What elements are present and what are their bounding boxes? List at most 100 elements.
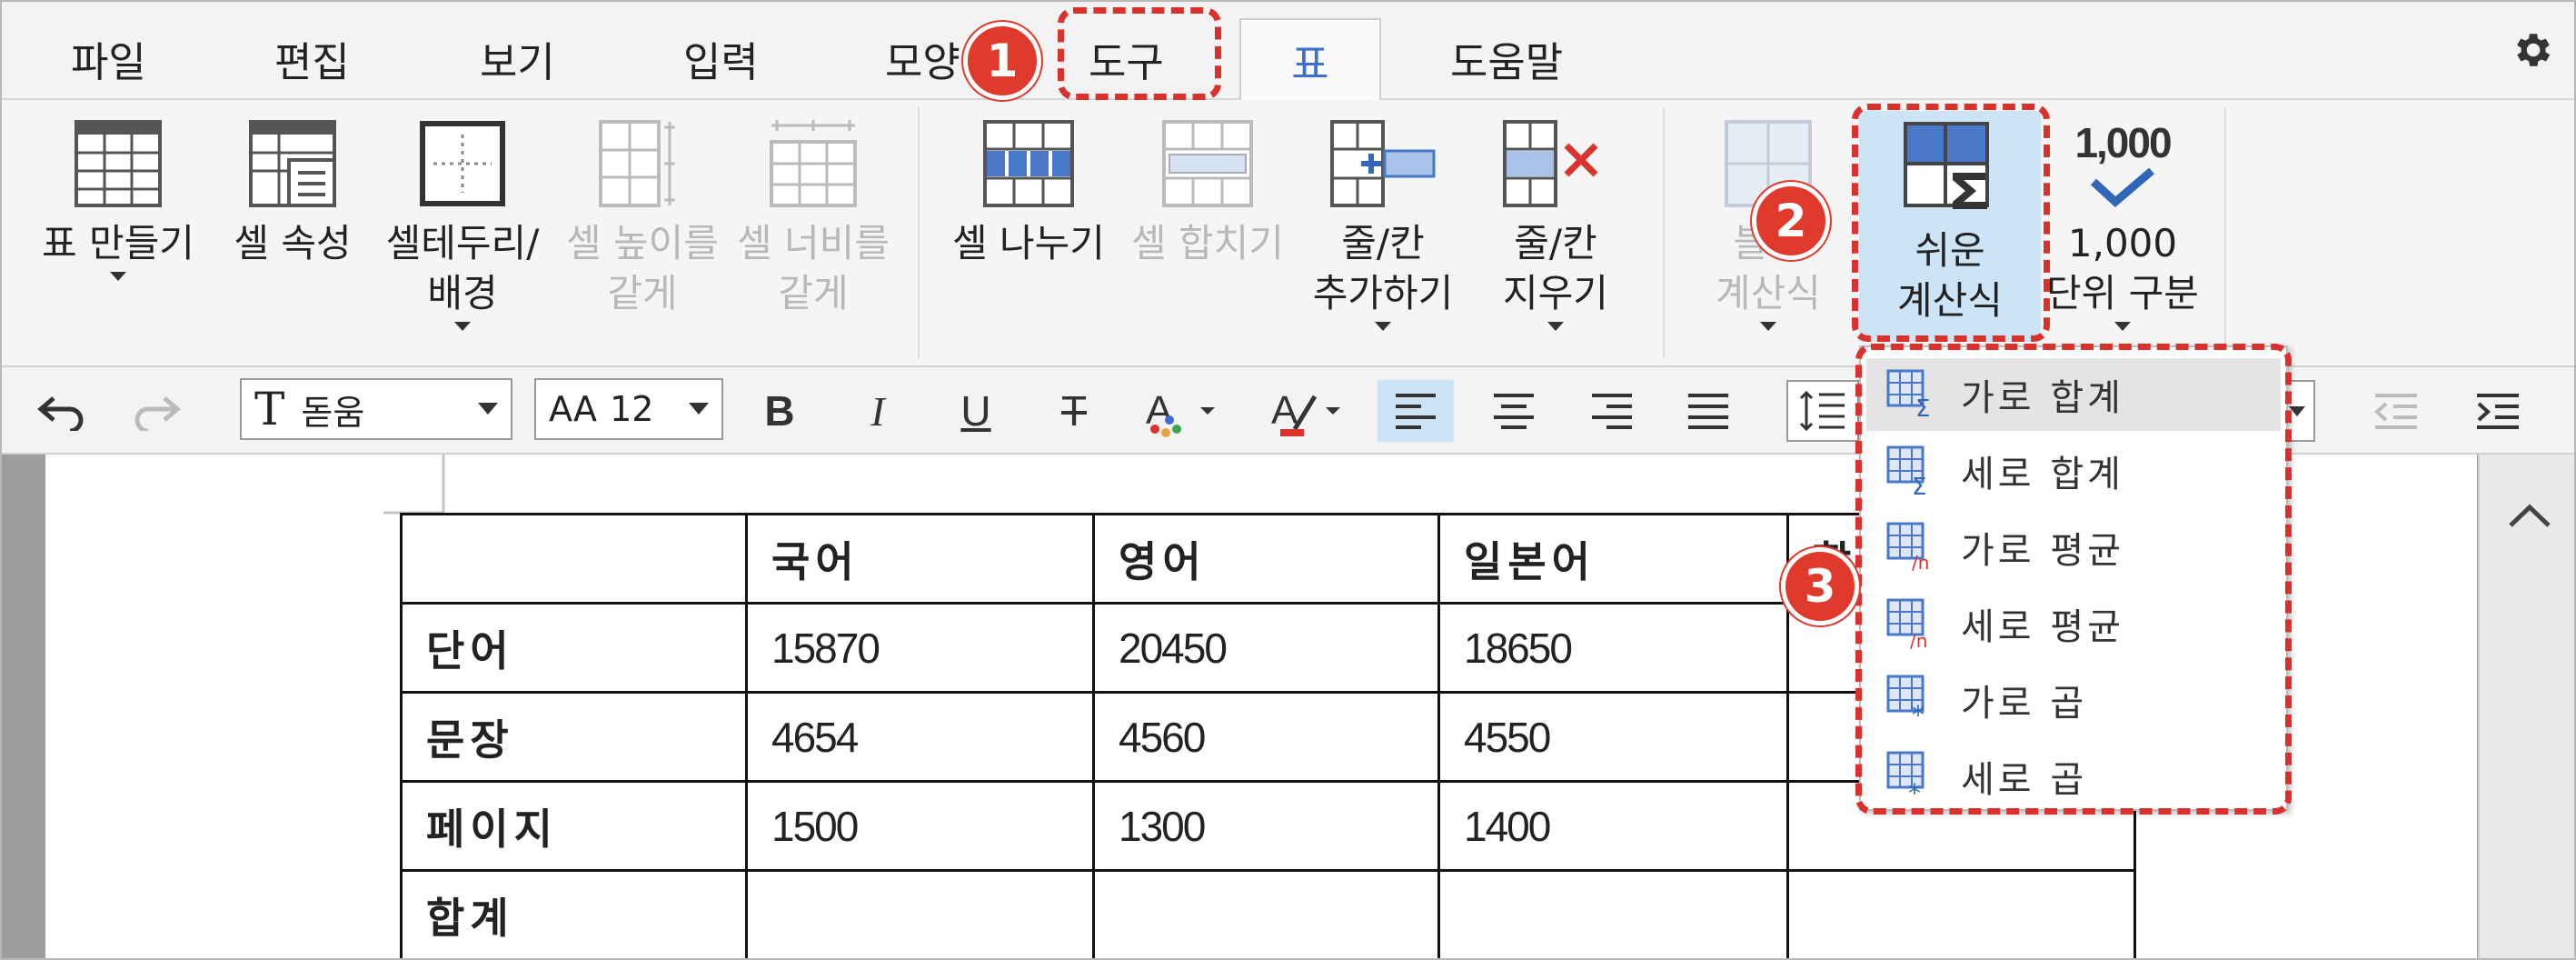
cell-border-label-2: 배경 [427,271,498,315]
tab-table-label: 표 [1291,40,1329,88]
align-right-icon [1592,394,1632,429]
vertical-scrollbar[interactable] [2478,455,2574,958]
checkmark-icon [2090,167,2154,207]
table-cell[interactable] [1437,869,1789,958]
underline-button[interactable]: U [947,380,1005,442]
font-size-value: 12 [610,389,654,429]
svg-text:A: A [1146,388,1173,433]
align-center-icon [1494,394,1534,429]
chevron-down-icon [689,403,709,415]
table-cell[interactable]: 4560 [1092,691,1440,783]
font-size-select[interactable]: AA 12 [534,378,723,440]
page-corner-mark [383,455,445,515]
table-cell[interactable]: 4654 [745,691,1095,783]
table-cell[interactable] [400,513,748,605]
split-cells-label: 셀 나누기 [952,221,1105,265]
table-cell[interactable]: 1400 [1437,780,1789,872]
cell-border-button[interactable]: 셀테두리/ 배경 [376,118,549,331]
text-color-icon: A [1146,388,1215,437]
tab-insert[interactable]: 입력 [683,29,759,88]
ribbon-toolbar: 표 만들기 셀 속성 셀테두리/ 배경 셀 높이를 같게 셀 너비를 같게 셀 … [2,100,2574,367]
align-justify-button[interactable] [1670,380,1746,442]
table-icon [75,120,162,207]
cell-border-label: 셀테두리/ [385,221,540,265]
align-center-button[interactable] [1476,380,1552,442]
line-spacing-icon [1799,390,1845,432]
chevron-up-icon[interactable] [2507,502,2552,529]
delete-row-col-label-2: 지우기 [1503,271,1608,315]
cell-properties-label: 셀 속성 [234,221,352,265]
gear-icon[interactable] [2509,27,2554,73]
thousand-separator-button[interactable]: 1,000 1,000 단위 구분 [2041,118,2204,331]
table-cell[interactable] [1092,869,1440,958]
thousand-separator-icon: 1,000 [2059,118,2186,209]
outdent-button[interactable] [2364,380,2428,442]
equal-width-icon [770,120,857,207]
tab-file[interactable]: 파일 [71,29,146,88]
table-row-label[interactable]: 합계 [400,869,748,958]
tab-help[interactable]: 도움말 [1450,29,1563,88]
table-header-cell[interactable]: 일본어 [1437,513,1789,605]
align-right-button[interactable] [1574,380,1650,442]
merge-cells-button[interactable]: 셀 합치기 [1121,118,1294,268]
table-cell[interactable]: 18650 [1437,602,1789,694]
add-row-col-button[interactable]: 줄/칸 추가하기 [1292,118,1474,331]
table-cell[interactable]: 1500 [745,780,1095,872]
italic-button[interactable]: I [849,380,907,442]
redo-button[interactable] [125,380,189,442]
text-color-button[interactable]: A [1138,380,1228,442]
highlight-icon: A [1271,388,1340,436]
annotation-highlight-easy-formula [1852,104,2050,342]
line-spacing-select[interactable] [1786,380,1859,442]
thousand-separator-label-2: 단위 구분 [2046,271,2199,315]
table-cell[interactable] [745,869,1095,958]
table-make-button[interactable]: 표 만들기 [27,118,209,281]
highlight-color-button[interactable]: A [1263,380,1354,442]
table-row-label[interactable]: 페이지 [400,780,748,872]
equal-width-label: 셀 너비를 [737,221,890,265]
table-cell[interactable]: 4550 [1437,691,1789,783]
chevron-down-icon [110,272,126,281]
chevron-down-icon [1760,322,1776,331]
align-left-icon [1396,394,1436,429]
table-cell[interactable]: 1300 [1092,780,1440,872]
chevron-down-icon [1547,322,1564,331]
tab-view[interactable]: 보기 [480,29,555,88]
table-row-label[interactable]: 단어 [400,602,748,694]
ribbon-separator [918,107,920,358]
split-cells-button[interactable]: 셀 나누기 [938,118,1119,268]
step-badge-2: 2 [1752,182,1830,260]
cell-border-icon [420,121,505,206]
cell-properties-button[interactable]: 셀 속성 [229,118,356,268]
delete-row-col-label: 줄/칸 [1514,221,1597,265]
equal-height-button[interactable]: 셀 높이를 같게 [556,118,729,318]
font-family-select[interactable]: T 돋움 [240,378,512,440]
tab-table[interactable]: 표 [1239,18,1381,102]
bold-button[interactable]: B [751,380,809,442]
table-cell[interactable]: 20450 [1092,602,1440,694]
indent-button[interactable] [2466,380,2530,442]
table-cell[interactable] [1786,869,2136,958]
table-header-cell[interactable]: 국어 [745,513,1095,605]
strikethrough-button[interactable]: T [1045,380,1103,442]
table-cell[interactable]: 15870 [745,602,1095,694]
tab-edit[interactable]: 편집 [274,29,350,88]
add-row-col-label: 줄/칸 [1341,221,1425,265]
block-formula-label-2: 계산식 [1716,271,1821,315]
equal-height-icon [599,120,675,207]
outdent-icon [2374,394,2417,429]
chevron-down-icon [2114,322,2131,331]
step-badge-1: 1 [963,22,1041,100]
equal-width-button[interactable]: 셀 너비를 같게 [727,118,900,318]
redo-icon [134,396,181,431]
delete-row-col-button[interactable]: 줄/칸 지우기 [1474,118,1637,331]
align-left-button[interactable] [1378,380,1454,442]
table-header-cell[interactable]: 영어 [1092,513,1440,605]
table-row-label[interactable]: 문장 [400,691,748,783]
tab-format[interactable]: 모양 [885,29,960,88]
table-make-label: 표 만들기 [42,221,194,265]
add-row-col-label-2: 추가하기 [1312,271,1454,315]
undo-button[interactable] [29,380,93,442]
undo-icon [37,396,84,431]
ribbon-separator [1663,107,1665,358]
